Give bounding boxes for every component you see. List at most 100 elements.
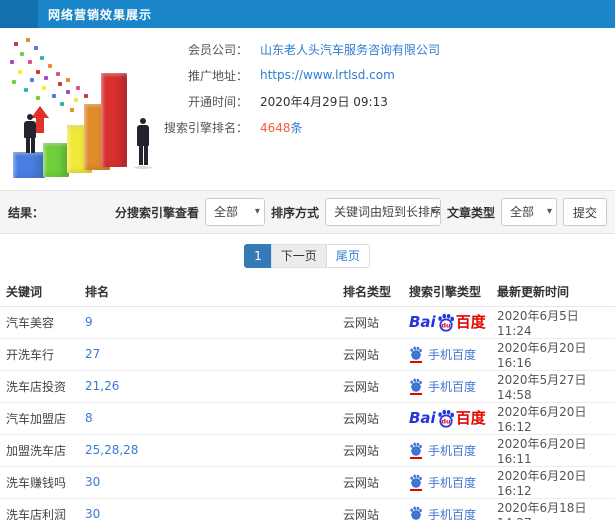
table-row: 洗车店利润 30 云网站 Bai du 百度 [0, 498, 615, 520]
keyword-cell: 洗车店投资 [0, 370, 85, 403]
member-company-row: 会员公司： 山东老人头汽车服务咨询有限公司 [178, 36, 608, 62]
sort-value: 关键词由短到长排序 [333, 205, 441, 219]
rank-cell: 30 [85, 466, 343, 499]
promo-url-label: 推广地址： [187, 68, 248, 83]
engine-cell: Bai du 百度 [409, 370, 497, 403]
page-title: 网络营销效果展示 [48, 7, 153, 22]
rank-link[interactable]: 21,26 [85, 379, 119, 393]
article-type-select[interactable]: 全部 ▾ [500, 198, 557, 226]
baidu-red-underline [410, 456, 422, 459]
engine-cell: Bai du 百度 [409, 402, 497, 435]
baidu-mobile-logo: 手机百度 [409, 474, 476, 491]
pagination: 1 下一页 尾页 [0, 244, 615, 268]
chart-bar-blue [13, 152, 45, 178]
confetti-dot [36, 70, 40, 74]
confetti-dot [20, 52, 24, 56]
table-row: 汽车美容 9 云网站 Bai du 百度 2020年6月5日 11:24 [0, 306, 615, 339]
baidu-paw-icon: du [438, 409, 454, 428]
col-rank: 排名 [85, 278, 343, 307]
article-type-value: 全部 [509, 205, 534, 219]
rank-type-cell: 云网站 [343, 402, 409, 435]
chart-bar-red [101, 73, 127, 167]
confetti-dot [10, 60, 14, 64]
page-1-button[interactable]: 1 [244, 244, 272, 268]
table-row: 汽车加盟店 8 云网站 Bai du 百度 2020年6月20日 16:12 [0, 402, 615, 435]
engine-cell: Bai du 百度 [409, 498, 497, 520]
account-info: 会员公司： 山东老人头汽车服务咨询有限公司 推广地址： https://www.… [164, 36, 608, 140]
keyword-cell: 汽车加盟店 [0, 402, 85, 435]
confetti-dot [76, 86, 80, 90]
baidu-paw-icon [410, 442, 422, 456]
sort-label: 排序方式 [270, 205, 319, 220]
rank-type-cell: 云网站 [343, 498, 409, 520]
table-row: 洗车店投资 21,26 云网站 Bai du 百度 [0, 370, 615, 403]
confetti-dot [42, 86, 46, 90]
rank-type-cell: 云网站 [343, 466, 409, 499]
confetti-dot [40, 56, 44, 60]
engine-cell: Bai du 百度 [409, 306, 497, 339]
promo-url-link[interactable]: https://www.lrtlsd.com [260, 68, 395, 82]
rank-count: 4648 [260, 120, 291, 135]
confetti-dot [70, 108, 74, 112]
member-company-link[interactable]: 山东老人头汽车服务咨询有限公司 [260, 41, 440, 58]
result-label: 结果： [8, 205, 45, 220]
updated-time-cell: 2020年5月27日 14:58 [497, 370, 615, 403]
sort-select[interactable]: 关键词由短到长排序 ▾ [324, 198, 441, 226]
baidu-paw-icon [410, 506, 422, 520]
engine-filter-label: 分搜索引擎查看 [114, 205, 199, 220]
next-page-button[interactable]: 下一页 [270, 244, 327, 268]
baidu-mobile-logo: 手机百度 [409, 442, 476, 459]
rank-cell: 21,26 [85, 370, 343, 403]
marketing-report-page: 网络营销效果展示 会员公司： 山东老人头汽车服务咨询有限公司 推广地址： htt… [0, 0, 615, 520]
confetti-dot [60, 102, 64, 106]
table-row: 加盟洗车店 25,28,28 云网站 Bai du 百度 [0, 434, 615, 467]
businessman-figure-right [134, 118, 152, 169]
engine-filter-value: 全部 [213, 205, 238, 219]
open-time-row: 开通时间： 2020年4月29日 09:13 [178, 88, 608, 114]
rank-link[interactable]: 30 [85, 475, 100, 489]
open-time-value: 2020年4月29日 09:13 [260, 94, 388, 109]
confetti-dot [56, 72, 60, 76]
table-header-row: 关键词 排名 排名类型 搜索引擎类型 最新更新时间 [0, 278, 615, 307]
col-updated: 最新更新时间 [497, 278, 615, 307]
rank-link[interactable]: 8 [85, 411, 93, 425]
submit-button[interactable]: 提交 [562, 198, 607, 226]
keyword-cell: 洗车赚钱吗 [0, 466, 85, 499]
last-page-button[interactable]: 尾页 [325, 244, 370, 268]
confetti-dot [18, 70, 22, 74]
article-type-label: 文章类型 [446, 205, 495, 220]
confetti-dot [36, 96, 40, 100]
open-time-label: 开通时间： [187, 94, 248, 109]
confetti-dot [66, 90, 70, 94]
confetti-dot [66, 78, 70, 82]
rank-link[interactable]: 9 [85, 315, 93, 329]
rank-link[interactable]: 25,28,28 [85, 443, 138, 457]
confetti-dot [84, 94, 88, 98]
rank-cell: 25,28,28 [85, 434, 343, 467]
updated-time-cell: 2020年6月20日 16:16 [497, 338, 615, 371]
baidu-red-underline [410, 360, 422, 363]
filter-bar: 结果： 分搜索引擎查看 全部 ▾ 排序方式 关键词由短到长排序 ▾ 文章类型 全… [0, 190, 615, 234]
confetti-dot [28, 60, 32, 64]
engine-cell: Bai du 百度 [409, 434, 497, 467]
rank-type-cell: 云网站 [343, 434, 409, 467]
confetti-dot [52, 94, 56, 98]
page-header: 网络营销效果展示 [0, 0, 615, 28]
rank-link[interactable]: 30 [85, 507, 100, 520]
updated-time-cell: 2020年6月20日 16:12 [497, 402, 615, 435]
updated-time-cell: 2020年6月18日 14:27 [497, 498, 615, 520]
rank-link[interactable]: 27 [85, 347, 100, 361]
baidu-red-underline [410, 488, 422, 491]
header-accent-block [0, 0, 38, 28]
confetti-dot [30, 78, 34, 82]
rank-cell: 27 [85, 338, 343, 371]
baidu-red-underline [410, 392, 422, 395]
updated-time-cell: 2020年6月20日 16:11 [497, 434, 615, 467]
keyword-cell: 加盟洗车店 [0, 434, 85, 467]
businessman-figure-left [21, 114, 39, 153]
chevron-down-icon: ▾ [546, 206, 552, 217]
promo-url-row: 推广地址： https://www.lrtlsd.com [178, 62, 608, 88]
engine-filter-select[interactable]: 全部 ▾ [204, 198, 265, 226]
col-engine-type: 搜索引擎类型 [409, 278, 497, 307]
keyword-rank-table: 关键词 排名 排名类型 搜索引擎类型 最新更新时间 汽车美容 9 云网站 Bai [0, 278, 615, 520]
